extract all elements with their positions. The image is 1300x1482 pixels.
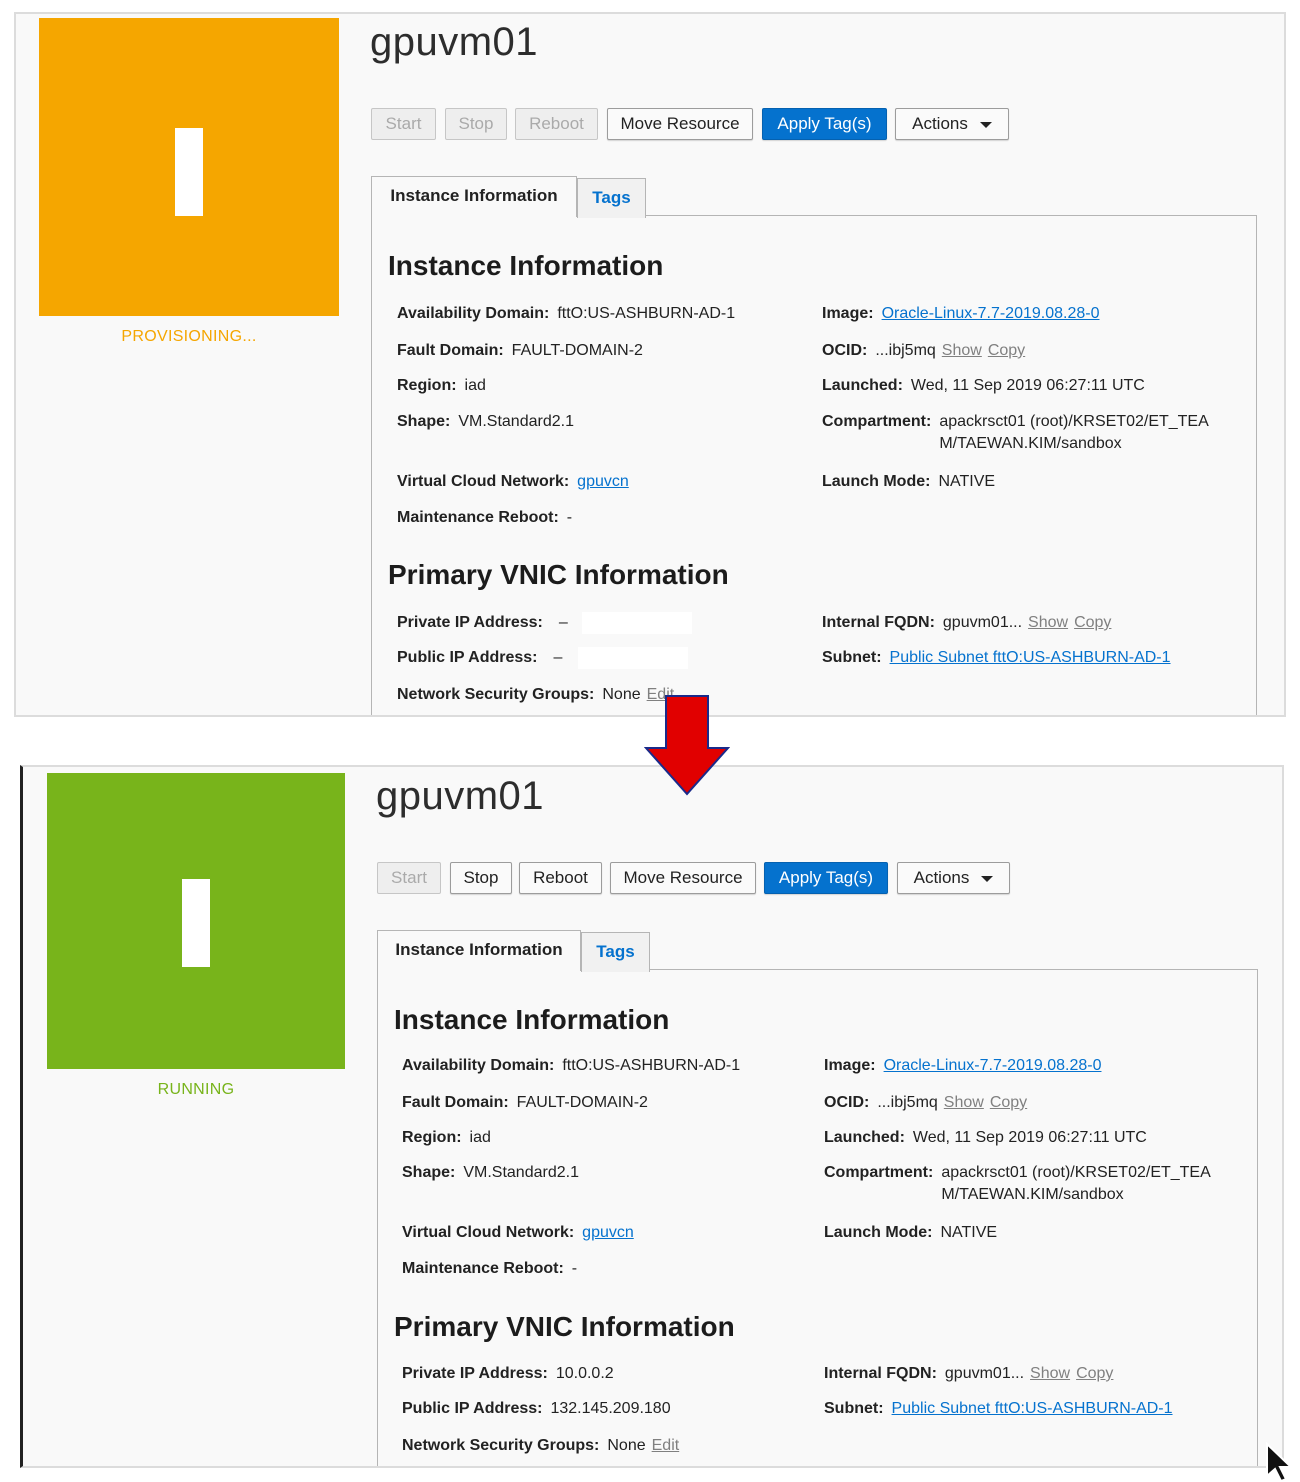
private-ip-field: Private IP Address: 10.0.0.2 [402,1365,614,1382]
launch-mode-field: Launch Mode: NATIVE [824,1224,998,1241]
shape-field: Shape: VM.Standard2.1 [402,1164,579,1181]
instance-icon [175,128,203,216]
instance-panel-provisioning: PROVISIONING... gpuvm01 Start Stop Reboo… [14,12,1286,717]
maintenance-reboot-field: Maintenance Reboot: - [397,509,573,526]
fqdn-show-link[interactable]: Show [1028,614,1068,631]
fqdn-copy-link[interactable]: Copy [1074,614,1111,631]
ocid-copy-link[interactable]: Copy [988,342,1025,359]
actions-label: Actions [912,114,968,133]
private-ip-field: Private IP Address: – [397,612,692,634]
subnet-link[interactable]: Public Subnet fttO:US-ASHBURN-AD-1 [890,649,1171,666]
nsg-field: Network Security Groups: None Edit [397,686,675,703]
reboot-button[interactable]: Reboot [515,108,598,140]
image-link[interactable]: Oracle-Linux-7.7-2019.08.28-0 [882,305,1100,322]
tab-instance-information[interactable]: Instance Information [377,930,581,971]
start-button[interactable]: Start [377,862,441,894]
tab-instance-information[interactable]: Instance Information [371,176,577,217]
fqdn-show-link[interactable]: Show [1030,1365,1070,1382]
apply-tags-button[interactable]: Apply Tag(s) [764,862,888,894]
availability-domain-field: Availability Domain: fttO:US-ASHBURN-AD-1 [397,305,736,322]
region-field: Region: iad [402,1129,491,1146]
fqdn-copy-link[interactable]: Copy [1076,1365,1113,1382]
chevron-down-icon [981,875,994,882]
subnet-field: Subnet: Public Subnet fttO:US-ASHBURN-AD-… [822,649,1171,666]
tab-content [371,215,1257,715]
shape-field: Shape: VM.Standard2.1 [397,413,574,430]
apply-tags-button[interactable]: Apply Tag(s) [762,108,887,140]
ocid-show-link[interactable]: Show [944,1094,984,1111]
launched-field: Launched: Wed, 11 Sep 2019 06:27:11 UTC [824,1129,1147,1146]
region-field: Region: iad [397,377,486,394]
status-tile-provisioning [39,18,339,316]
stop-button[interactable]: Stop [450,862,512,894]
ocid-field: OCID: ...ibj5mq Show Copy [824,1094,1028,1111]
public-ip-field: Public IP Address: 132.145.209.180 [402,1400,671,1417]
image-field: Image: Oracle-Linux-7.7-2019.08.28-0 [824,1057,1102,1074]
page-title: gpuvm01 [376,774,545,818]
launched-field: Launched: Wed, 11 Sep 2019 06:27:11 UTC [822,377,1145,394]
actions-button[interactable]: Actions [895,108,1009,140]
ocid-show-link[interactable]: Show [942,342,982,359]
vcn-field: Virtual Cloud Network: gpuvcn [402,1224,634,1241]
instance-information-heading: Instance Information [394,1004,670,1035]
launch-mode-field: Launch Mode: NATIVE [822,473,996,490]
status-label: RUNNING [157,1081,235,1098]
page-title: gpuvm01 [370,20,539,64]
maintenance-reboot-field: Maintenance Reboot: - [402,1260,578,1277]
start-button[interactable]: Start [371,108,436,140]
tab-tags[interactable]: Tags [577,178,646,218]
image-field: Image: Oracle-Linux-7.7-2019.08.28-0 [822,305,1100,322]
status-tile-running [47,773,345,1069]
redacted-area [578,647,689,669]
vnic-information-heading: Primary VNIC Information [388,559,729,590]
mouse-cursor-icon [1266,1442,1294,1482]
fault-domain-field: Fault Domain: FAULT-DOMAIN-2 [397,342,643,359]
redacted-area [581,612,692,634]
instance-panel-running: RUNNING gpuvm01 Start Stop Reboot Move R… [20,765,1284,1468]
vcn-link[interactable]: gpuvcn [577,473,629,490]
vcn-link[interactable]: gpuvcn [582,1224,634,1241]
chevron-down-icon [979,121,992,128]
arrow-down-icon [644,695,730,796]
internal-fqdn-field: Internal FQDN: gpuvm01... Show Copy [822,614,1112,631]
vcn-field: Virtual Cloud Network: gpuvcn [397,473,629,490]
instance-icon [182,879,210,967]
tab-content [377,969,1258,1466]
nsg-field: Network Security Groups: None Edit [402,1437,680,1454]
move-resource-button[interactable]: Move Resource [610,862,756,894]
stop-button[interactable]: Stop [445,108,507,140]
compartment-field: Compartment: apackrsct01 (root)/KRSET02/E… [824,1164,1211,1203]
availability-domain-field: Availability Domain: fttO:US-ASHBURN-AD-1 [402,1057,741,1074]
status-label: PROVISIONING... [121,328,257,345]
vnic-information-heading: Primary VNIC Information [394,1311,735,1342]
subnet-field: Subnet: Public Subnet fttO:US-ASHBURN-AD-… [824,1400,1173,1417]
nsg-edit-link[interactable]: Edit [652,1437,680,1454]
tab-tags[interactable]: Tags [581,932,650,972]
actions-label: Actions [913,868,970,887]
move-resource-button[interactable]: Move Resource [607,108,753,140]
actions-button[interactable]: Actions [897,862,1010,894]
subnet-link[interactable]: Public Subnet fttO:US-ASHBURN-AD-1 [892,1400,1173,1417]
ocid-field: OCID: ...ibj5mq Show Copy [822,342,1026,359]
fault-domain-field: Fault Domain: FAULT-DOMAIN-2 [402,1094,648,1111]
public-ip-field: Public IP Address: – [397,647,689,669]
internal-fqdn-field: Internal FQDN: gpuvm01... Show Copy [824,1365,1114,1382]
image-link[interactable]: Oracle-Linux-7.7-2019.08.28-0 [884,1057,1102,1074]
instance-information-heading: Instance Information [388,250,664,281]
reboot-button[interactable]: Reboot [519,862,602,894]
ocid-copy-link[interactable]: Copy [990,1094,1027,1111]
compartment-field: Compartment: apackrsct01 (root)/KRSET02/E… [822,413,1209,452]
